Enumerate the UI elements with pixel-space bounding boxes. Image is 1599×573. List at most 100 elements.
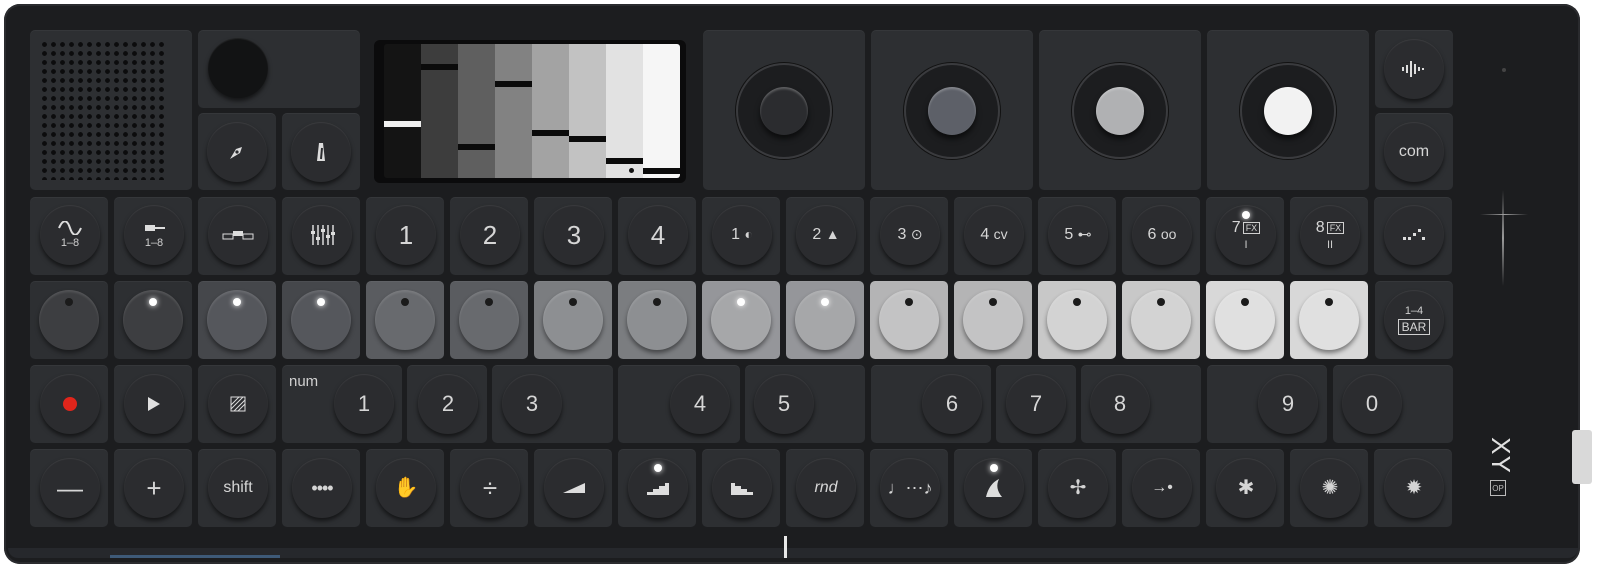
parameter-knob-1[interactable]: [39, 290, 99, 350]
arrange-button[interactable]: [208, 205, 268, 265]
parameter-knob-6[interactable]: [459, 290, 519, 350]
instrument-range: 1–8: [60, 237, 80, 249]
num-4-button[interactable]: 4: [670, 374, 730, 434]
burst-1-icon: ✱: [1237, 477, 1255, 499]
mixer-button[interactable]: [292, 205, 352, 265]
knob-indicator: [989, 298, 997, 306]
encoder-ring-2: [904, 63, 1000, 159]
knob-indicator: [653, 298, 661, 306]
burst-3-button[interactable]: ✹: [1384, 458, 1444, 518]
rnd-label: rnd: [814, 479, 838, 496]
aux-track-8-label: 8: [1315, 219, 1325, 236]
knob-indicator: [905, 298, 913, 306]
encoder-2[interactable]: [928, 87, 976, 135]
sine-wave-icon: [58, 221, 82, 235]
parameter-knob-9[interactable]: [711, 290, 771, 350]
parameter-knob-4[interactable]: [291, 290, 351, 350]
display-level-bar: [495, 81, 532, 88]
glide-button[interactable]: ♩⋯♪: [880, 458, 940, 518]
minus-button[interactable]: —: [40, 458, 100, 518]
record-button[interactable]: [40, 374, 100, 434]
fan-button[interactable]: ✢: [1048, 458, 1108, 518]
num-2-button[interactable]: 2: [418, 374, 478, 434]
divide-label: ÷: [482, 473, 498, 503]
encoder-ring-3: [1072, 63, 1168, 159]
pen-button[interactable]: [207, 122, 267, 182]
parameter-knob-12[interactable]: [963, 290, 1023, 350]
num-3-button[interactable]: 3: [502, 374, 562, 434]
track-2-button[interactable]: 2: [460, 205, 520, 265]
com-button[interactable]: com: [1384, 122, 1444, 182]
parameter-knob-3[interactable]: [207, 290, 267, 350]
play-icon: [148, 397, 160, 411]
metronome-button[interactable]: [291, 122, 351, 182]
knob-indicator: [65, 298, 73, 306]
burst-3-icon: ✹: [1405, 477, 1423, 499]
num-5-button[interactable]: 5: [754, 374, 814, 434]
aux-track-2-button[interactable]: 2 ▲: [796, 205, 856, 265]
aux-track-6-button[interactable]: 6 oo: [1132, 205, 1192, 265]
rnd-button[interactable]: rnd: [796, 458, 856, 518]
stop-button[interactable]: [208, 374, 268, 434]
aux-track-5-button[interactable]: 5 ⊷: [1048, 205, 1108, 265]
waveform-button[interactable]: [1384, 39, 1444, 99]
dots-button[interactable]: ••••: [292, 458, 352, 518]
mixer-icon: [311, 225, 335, 245]
parameter-knob-5[interactable]: [375, 290, 435, 350]
aux-button[interactable]: 1–8: [124, 205, 184, 265]
num-3-label: 3: [525, 391, 539, 416]
instrument-button[interactable]: 1–8: [40, 205, 100, 265]
display-level-bar: [606, 158, 643, 165]
encoder-3[interactable]: [1096, 87, 1144, 135]
parameter-knob-13[interactable]: [1047, 290, 1107, 350]
num-6-button[interactable]: 6: [922, 374, 982, 434]
arrow-dot-button[interactable]: →•: [1132, 458, 1192, 518]
sequencer-button[interactable]: [1384, 205, 1444, 265]
bar-button[interactable]: 1–4 BAR: [1384, 290, 1444, 350]
parameter-knob-8[interactable]: [627, 290, 687, 350]
parameter-knob-16[interactable]: [1299, 290, 1359, 350]
display-column: [532, 44, 570, 178]
track-3-button[interactable]: 3: [544, 205, 604, 265]
num-8-button[interactable]: 8: [1090, 374, 1150, 434]
encoder-4[interactable]: [1264, 87, 1312, 135]
sequence-icon: [1403, 229, 1425, 240]
num-0-button[interactable]: 0: [1342, 374, 1402, 434]
encoder-1[interactable]: [760, 87, 808, 135]
shift-button[interactable]: shift: [208, 458, 268, 518]
model-mark: XY: [1485, 437, 1516, 474]
aux-track-1-button[interactable]: 1 ◐: [712, 205, 772, 265]
aux-track-4-button[interactable]: 4 cv: [964, 205, 1024, 265]
knob-indicator: [737, 298, 745, 306]
num-7-button[interactable]: 7: [1006, 374, 1066, 434]
num-6-label: 6: [945, 391, 959, 416]
aux-track-8-button[interactable]: 8 FX II: [1300, 205, 1360, 265]
volume-knob[interactable]: [208, 38, 268, 98]
com-label: com: [1398, 143, 1430, 160]
burst-2-button[interactable]: ✺: [1300, 458, 1360, 518]
parameter-knob-10[interactable]: [795, 290, 855, 350]
burst-1-button[interactable]: ✱: [1216, 458, 1276, 518]
parameter-knob-2[interactable]: [123, 290, 183, 350]
track-4-button[interactable]: 4: [628, 205, 688, 265]
parameter-knob-15[interactable]: [1215, 290, 1275, 350]
parameter-knob-11[interactable]: [879, 290, 939, 350]
aux-track-3-label: 3: [897, 226, 907, 243]
display-column: [384, 44, 422, 178]
ramp-button[interactable]: [544, 458, 604, 518]
num-1-button[interactable]: 1: [334, 374, 394, 434]
play-button[interactable]: [124, 374, 184, 434]
stairs-up-led: [654, 464, 662, 472]
hand-button[interactable]: ✋: [376, 458, 436, 518]
parameter-knob-14[interactable]: [1131, 290, 1191, 350]
knob-indicator: [569, 298, 577, 306]
stairs-up-icon: [647, 483, 669, 495]
plus-button[interactable]: +: [124, 458, 184, 518]
knob-indicator: [233, 298, 241, 306]
stairs-down-button[interactable]: [712, 458, 772, 518]
parameter-knob-7[interactable]: [543, 290, 603, 350]
aux-track-3-button[interactable]: 3 ⊙: [880, 205, 940, 265]
divide-button[interactable]: ÷: [460, 458, 520, 518]
num-9-button[interactable]: 9: [1258, 374, 1318, 434]
track-1-button[interactable]: 1: [376, 205, 436, 265]
